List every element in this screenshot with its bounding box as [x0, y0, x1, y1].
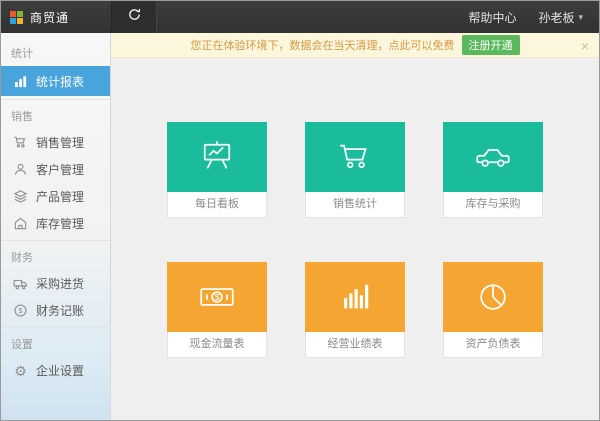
- sidebar-section-stats: 统计 统计报表: [1, 37, 110, 96]
- sidebar-item-inventory-management[interactable]: 库存管理: [1, 210, 110, 237]
- shopping-cart-icon: [334, 136, 376, 178]
- tile-face: [305, 262, 405, 332]
- tile-row-finance: $ 现金流量表: [167, 262, 543, 358]
- tile-label: 资产负债表: [443, 332, 543, 358]
- app-brand: 商贸通: [1, 1, 111, 33]
- gear-icon: ⚙: [13, 363, 28, 378]
- layers-icon: [13, 189, 28, 204]
- car-icon: [472, 136, 514, 178]
- dollar-icon: $: [13, 303, 28, 318]
- sidebar-item-label: 库存管理: [36, 215, 84, 232]
- topbar-right: 帮助中心 孙老板 ▾: [468, 9, 599, 26]
- close-icon[interactable]: ×: [581, 33, 589, 58]
- sidebar-section-header: 设置: [1, 328, 110, 357]
- chevron-down-icon: ▾: [578, 12, 583, 23]
- tile-sales-stats[interactable]: 销售统计: [305, 122, 405, 218]
- refresh-icon: [127, 7, 142, 27]
- tile-label: 现金流量表: [167, 332, 267, 358]
- tile-label: 每日看板: [167, 192, 267, 218]
- sidebar-section-sales: 销售 销售管理: [1, 99, 110, 237]
- sidebar-section-header: 财务: [1, 241, 110, 270]
- svg-text:$: $: [215, 293, 220, 302]
- sidebar: 统计 统计报表 销售: [1, 33, 111, 420]
- sidebar-item-purchasing[interactable]: 采购进货: [1, 270, 110, 297]
- help-center-link[interactable]: 帮助中心: [468, 9, 516, 26]
- sidebar-section-header: 统计: [1, 37, 110, 66]
- trial-banner: 您正在体验环境下，数据会在当天清理，点此可以免费 注册开通 ×: [111, 33, 599, 58]
- sidebar-section-finance: 财务 采购进货: [1, 240, 110, 324]
- sidebar-section-settings: 设置 ⚙ 企业设置: [1, 327, 110, 384]
- sidebar-item-label: 产品管理: [36, 188, 84, 205]
- tile-label: 销售统计: [305, 192, 405, 218]
- tile-row-reports: 每日看板 销售统计: [167, 122, 543, 218]
- warehouse-icon: [13, 216, 28, 231]
- bar-chart-icon: [334, 276, 376, 318]
- tile-daily-board[interactable]: 每日看板: [167, 122, 267, 218]
- tile-label: 库存与采购: [443, 192, 543, 218]
- svg-text:$: $: [19, 308, 23, 315]
- sidebar-item-stats-report[interactable]: 统计报表: [1, 66, 110, 96]
- tile-face: [305, 122, 405, 192]
- main-content: 您正在体验环境下，数据会在当天清理，点此可以免费 注册开通 ×: [111, 33, 599, 420]
- sidebar-item-label: 企业设置: [36, 362, 84, 379]
- tile-face: [443, 122, 543, 192]
- sidebar-item-company-settings[interactable]: ⚙ 企业设置: [1, 357, 110, 384]
- tile-grid: 每日看板 销售统计: [111, 58, 599, 420]
- tile-cash-flow[interactable]: $ 现金流量表: [167, 262, 267, 358]
- user-icon: [13, 162, 28, 177]
- app-window: 商贸通 帮助中心 孙老板 ▾ 统计: [0, 0, 600, 421]
- bar-chart-icon: [13, 74, 28, 89]
- window-body: 统计 统计报表 销售: [1, 33, 599, 420]
- sidebar-item-finance-accounting[interactable]: $ 财务记账: [1, 297, 110, 324]
- sidebar-item-label: 统计报表: [36, 73, 84, 90]
- sidebar-item-label: 财务记账: [36, 302, 84, 319]
- sidebar-item-sales-management[interactable]: 销售管理: [1, 129, 110, 156]
- presentation-board-icon: [196, 136, 238, 178]
- tile-balance-sheet[interactable]: 资产负债表: [443, 262, 543, 358]
- tile-label: 经营业绩表: [305, 332, 405, 358]
- cart-icon: [13, 135, 28, 150]
- tile-face: [167, 122, 267, 192]
- sidebar-section-header: 销售: [1, 100, 110, 129]
- user-name: 孙老板: [538, 9, 574, 26]
- pie-chart-icon: [472, 276, 514, 318]
- user-menu[interactable]: 孙老板 ▾: [538, 9, 583, 26]
- sidebar-item-label: 销售管理: [36, 134, 84, 151]
- tile-inventory-purchasing[interactable]: 库存与采购: [443, 122, 543, 218]
- trial-banner-text: 您正在体验环境下，数据会在当天清理，点此可以免费: [191, 37, 455, 53]
- truck-icon: [13, 276, 28, 291]
- app-logo-icon: [10, 11, 23, 24]
- sidebar-item-customer-management[interactable]: 客户管理: [1, 156, 110, 183]
- sidebar-item-product-management[interactable]: 产品管理: [1, 183, 110, 210]
- refresh-button[interactable]: [111, 1, 157, 33]
- sidebar-item-label: 客户管理: [36, 161, 84, 178]
- tile-face: [443, 262, 543, 332]
- banknote-icon: $: [196, 276, 238, 318]
- tile-face: $: [167, 262, 267, 332]
- topbar: 商贸通 帮助中心 孙老板 ▾: [1, 1, 599, 33]
- sidebar-item-label: 采购进货: [36, 275, 84, 292]
- register-button[interactable]: 注册开通: [462, 35, 520, 55]
- app-title: 商贸通: [30, 9, 69, 26]
- tile-performance[interactable]: 经营业绩表: [305, 262, 405, 358]
